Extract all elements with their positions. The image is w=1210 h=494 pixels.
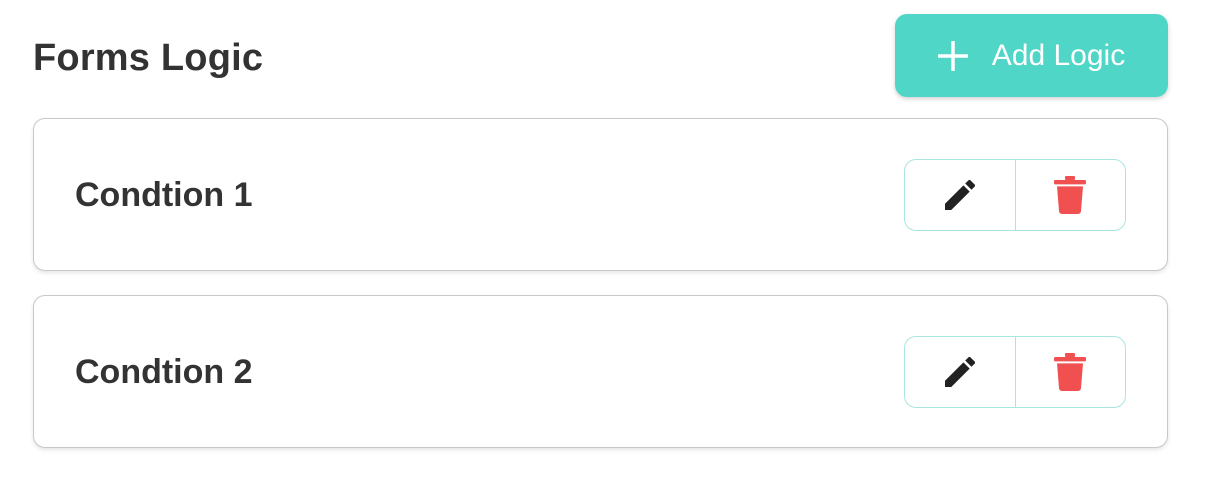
condition-title: Condtion 1	[75, 176, 253, 214]
add-logic-button-label: Add Logic	[991, 38, 1126, 72]
edit-condition-button[interactable]	[905, 337, 1015, 407]
trash-icon	[1054, 176, 1087, 214]
condition-list: Condtion 1 Condtion 2	[33, 118, 1168, 472]
condition-actions	[904, 159, 1126, 231]
page-title: Forms Logic	[33, 37, 264, 79]
condition-title: Condtion 2	[75, 353, 253, 391]
edit-condition-button[interactable]	[905, 160, 1015, 230]
forms-logic-panel: Forms Logic Add Logic Condtion 1 Condtio…	[0, 0, 1210, 494]
trash-icon	[1054, 353, 1087, 391]
pencil-icon	[940, 175, 980, 215]
add-logic-button[interactable]: Add Logic	[895, 14, 1168, 97]
condition-card: Condtion 2	[33, 295, 1168, 448]
pencil-icon	[940, 352, 980, 392]
condition-actions	[904, 336, 1126, 408]
header: Forms Logic Add Logic	[33, 14, 1168, 97]
plus-icon	[937, 39, 969, 72]
delete-condition-button[interactable]	[1014, 337, 1126, 407]
delete-condition-button[interactable]	[1014, 160, 1126, 230]
condition-card: Condtion 1	[33, 118, 1168, 271]
